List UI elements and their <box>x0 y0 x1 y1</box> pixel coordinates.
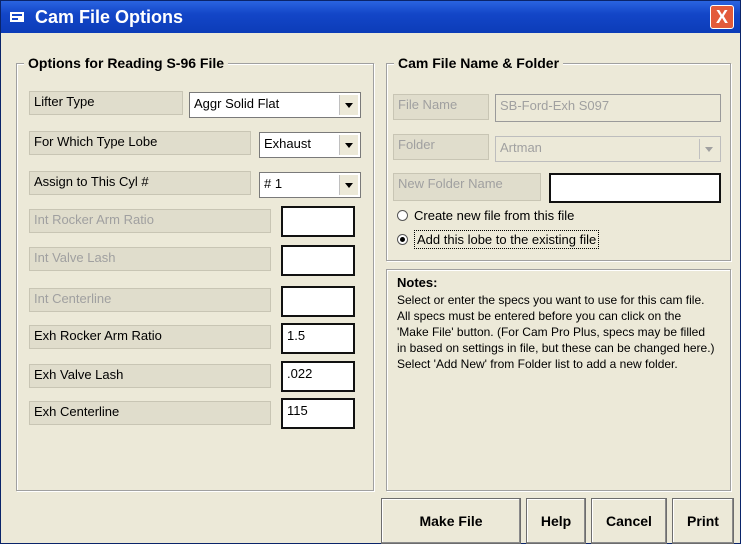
radio-selected-icon[interactable] <box>397 234 408 245</box>
cyl-value: # 1 <box>264 176 283 191</box>
exh-lash-label: Exh Valve Lash <box>29 364 271 388</box>
lifter-type-value: Aggr Solid Flat <box>194 96 280 111</box>
add-lobe-label: Add this lobe to the existing file <box>414 230 600 249</box>
folder-label: Folder <box>393 134 489 160</box>
close-button[interactable]: X <box>710 5 734 29</box>
notes-text: Select or enter the specs you want to us… <box>397 293 715 371</box>
int-lash-label: Int Valve Lash <box>29 247 271 271</box>
cancel-button[interactable]: Cancel <box>591 498 667 544</box>
add-lobe-radio[interactable]: Add this lobe to the existing file <box>397 230 600 249</box>
folder-select[interactable]: Artman <box>495 136 721 162</box>
int-rocker-label: Int Rocker Arm Ratio <box>29 209 271 233</box>
cyl-select[interactable]: # 1 <box>259 172 361 198</box>
folder-value: Artman <box>500 140 542 155</box>
int-centerline-label: Int Centerline <box>29 288 271 312</box>
cyl-label: Assign to This Cyl # <box>29 171 251 195</box>
app-icon <box>10 12 24 22</box>
lobe-type-select[interactable]: Exhaust <box>259 132 361 158</box>
notes-title: Notes: <box>397 275 438 290</box>
chevron-down-icon[interactable] <box>699 139 718 159</box>
dialog-window: Cam File Options X Options for Reading S… <box>0 0 741 544</box>
exh-centerline-input[interactable]: 115 <box>281 398 355 429</box>
chevron-down-icon[interactable] <box>339 95 358 115</box>
reading-options-title: Options for Reading S-96 File <box>24 55 229 71</box>
int-rocker-input[interactable] <box>281 206 355 237</box>
file-name-input[interactable]: SB-Ford-Exh S097 <box>495 94 721 122</box>
lifter-type-select[interactable]: Aggr Solid Flat <box>189 92 361 118</box>
make-file-button[interactable]: Make File <box>381 498 521 544</box>
help-button[interactable]: Help <box>526 498 586 544</box>
print-button[interactable]: Print <box>672 498 734 544</box>
file-name-label: File Name <box>393 94 489 120</box>
exh-lash-input[interactable]: .022 <box>281 361 355 392</box>
exh-centerline-label: Exh Centerline <box>29 401 271 425</box>
exh-rocker-input[interactable]: 1.5 <box>281 323 355 354</box>
chevron-down-icon[interactable] <box>339 135 358 155</box>
chevron-down-icon[interactable] <box>339 175 358 195</box>
lobe-type-value: Exhaust <box>264 136 311 151</box>
exh-rocker-label: Exh Rocker Arm Ratio <box>29 325 271 349</box>
radio-icon[interactable] <box>397 210 408 221</box>
int-lash-input[interactable] <box>281 245 355 276</box>
file-folder-title: Cam File Name & Folder <box>394 55 564 71</box>
lobe-type-label: For Which Type Lobe <box>29 131 251 155</box>
lifter-type-label: Lifter Type <box>29 91 183 115</box>
new-folder-label: New Folder Name <box>393 173 541 201</box>
create-new-file-label: Create new file from this file <box>414 208 575 223</box>
create-new-file-radio[interactable]: Create new file from this file <box>397 208 574 223</box>
new-folder-input[interactable] <box>549 173 721 203</box>
int-centerline-input[interactable] <box>281 286 355 317</box>
title-bar[interactable]: Cam File Options X <box>1 1 740 33</box>
window-title: Cam File Options <box>35 7 184 27</box>
